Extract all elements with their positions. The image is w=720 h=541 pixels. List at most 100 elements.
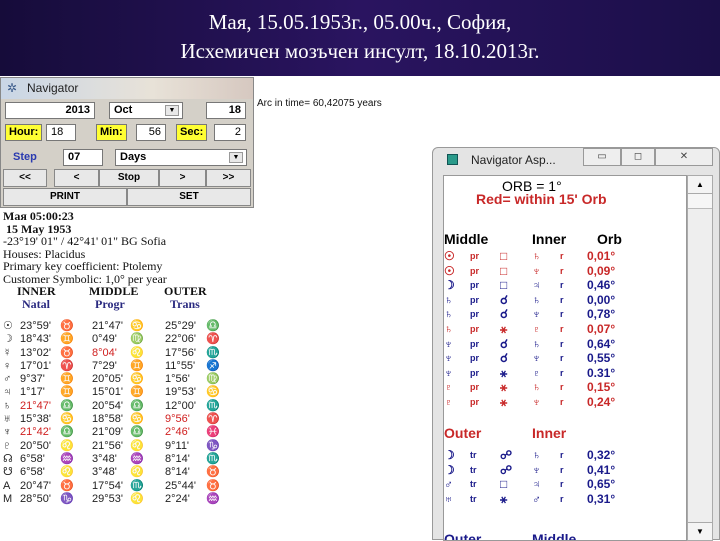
table-row: ☊ 6°58' ♒ 3°48' ♒ 8°14' ♏ [0, 453, 260, 466]
step-input[interactable]: 07 [63, 149, 103, 166]
orb-value: 0,07° [587, 322, 616, 336]
progr-degree: 18°58' [92, 413, 123, 426]
retro-label: r [560, 324, 564, 334]
middle-header: MIDDLE [89, 284, 139, 298]
primary-key: Primary key coefficient: Ptolemy [3, 259, 163, 273]
orb-value: 0,09° [587, 263, 616, 278]
progr-degree: 0°49' [92, 333, 117, 346]
planet-icon: M [3, 492, 13, 505]
progr-degree: 17°54' [92, 479, 123, 492]
planet-icon: ♇ [3, 439, 12, 452]
close-button[interactable]: ✕ [655, 148, 713, 166]
trans-degree: 2°46' [165, 426, 190, 439]
trans-sign-icon: ♋ [206, 386, 220, 399]
aspect-row: ♇ pr ⚹ ♆ r 0,24° [444, 395, 686, 410]
trans-sign-icon: ♏ [206, 399, 220, 412]
hour-input[interactable]: 18 [46, 124, 76, 141]
natal-sign-icon: ♒ [60, 452, 74, 465]
orb-value: 0,41° [587, 462, 616, 477]
trans-sign-icon: ♍ [206, 373, 220, 386]
month-select[interactable]: Oct ▼ [109, 102, 183, 119]
day-input[interactable]: 18 [206, 102, 246, 119]
planet-icon: ♆ [444, 365, 453, 380]
header-line-1: Мая, 15.05.1953г., 05.00ч., София, [208, 10, 512, 34]
navigator-titlebar[interactable]: ✲ Navigator [1, 78, 253, 99]
arc-in-time: Arc in time= 60,42075 years [257, 98, 382, 109]
trans-degree: 2°24' [165, 492, 190, 505]
motion-label: pr [470, 397, 479, 407]
progr-sign-icon: ♎ [130, 426, 144, 439]
retro-label: r [560, 397, 564, 407]
forward-button[interactable]: > [159, 169, 206, 187]
trans-sign-icon: ♒ [206, 492, 220, 505]
minimize-button[interactable]: ▭ [583, 148, 621, 166]
year-input[interactable]: 2013 [5, 102, 95, 119]
trans-sign-icon: ♏ [206, 346, 220, 359]
sec-input[interactable]: 2 [214, 124, 246, 141]
natal-sign-icon: ♌ [60, 466, 74, 479]
chevron-down-icon[interactable]: ▼ [229, 152, 243, 163]
step-unit-value: Days [120, 151, 147, 163]
aspect-icon: ☌ [500, 292, 509, 307]
natal-degree: 21°42' [20, 426, 51, 439]
planet-icon: ☋ [3, 466, 13, 479]
aspect-row: ♆ pr ⚹ ♇ r 0.31° [444, 365, 686, 381]
back-button[interactable]: < [54, 169, 99, 187]
stop-button[interactable]: Stop [99, 169, 159, 187]
scroll-down-button[interactable]: ▼ [688, 522, 712, 540]
aspect-icon: ☌ [500, 351, 509, 366]
print-button[interactable]: PRINT [3, 188, 127, 206]
chevron-down-icon[interactable]: ▼ [165, 105, 179, 116]
col-orb: Orb [597, 231, 622, 247]
inner-planet-icon: ♆ [532, 351, 541, 366]
retro-label: r [560, 309, 564, 320]
slide-header: Мая, 15.05.1953г., 05.00ч., София, Исхем… [0, 0, 720, 76]
planet-icon: ♀ [3, 359, 12, 372]
aspect-icon: ☍ [500, 462, 513, 477]
aspect-row: ☽ pr □ ♃ r 0,46° [444, 278, 686, 293]
orb-value: 0,32° [587, 448, 616, 462]
table-row: ☉ 23°59' ♉ 21°47' ♋ 25°29' ♎ [0, 320, 260, 333]
aspect-icon: ☍ [500, 448, 513, 462]
planet-icon: ☽ [444, 462, 455, 477]
orb-value: 0,65° [587, 477, 616, 492]
set-button[interactable]: SET [127, 188, 251, 206]
min-input[interactable]: 56 [136, 124, 166, 141]
planet-icon: ☉ [444, 249, 455, 263]
col-outer: Outer [444, 425, 482, 441]
planet-icon: ♂ [444, 477, 453, 492]
aspect-row: ♆ pr ☌ ♄ r 0,64° [444, 337, 686, 352]
natal-sign-icon: ♑ [60, 492, 74, 505]
natal-sign-icon: ♉ [60, 346, 74, 359]
retro-label: r [560, 479, 564, 490]
step-unit-select[interactable]: Days ▼ [115, 149, 247, 166]
natal-degree: 28°50' [20, 492, 51, 505]
trans-sign-icon: ♏ [206, 452, 220, 465]
retro-label: r [560, 280, 564, 291]
motion-label: tr [470, 464, 477, 475]
table-row: ♆ 21°42' ♎ 21°09' ♎ 2°46' ♓ [0, 426, 260, 439]
scroll-up-button[interactable]: ▲ [688, 176, 712, 194]
planet-icon: ♆ [3, 426, 12, 439]
aspect-icon: ⚹ [500, 491, 508, 506]
table-row: ☽ 18°43' ♊ 0°49' ♍ 22°06' ♈ [0, 333, 260, 346]
aspect-row: ♄ pr ☌ ♆ r 0,78° [444, 307, 686, 322]
table-row: ☋ 6°58' ♌ 3°48' ♌ 8°14' ♉ [0, 466, 260, 479]
progr-degree: 21°47' [92, 320, 123, 332]
scroll-thumb[interactable] [688, 194, 712, 209]
natal-header: Natal [22, 296, 50, 311]
natal-degree: 1°17' [20, 386, 45, 399]
scrollbar[interactable]: ▲ ▼ [687, 175, 713, 541]
retro-label: r [560, 338, 564, 349]
orb-value: 0.31° [587, 365, 616, 380]
progr-sign-icon: ♏ [130, 479, 144, 492]
aspect-icon: □ [500, 249, 508, 263]
natal-degree: 9°37' [20, 373, 45, 386]
retro-label: r [560, 493, 564, 504]
fast-forward-button[interactable]: >> [206, 169, 251, 187]
trans-sign-icon: ♈ [206, 413, 220, 426]
progr-degree: 15°01' [92, 386, 123, 399]
fast-back-button[interactable]: << [3, 169, 47, 187]
maximize-button[interactable]: ◻ [621, 148, 655, 166]
inner-header: INNER [17, 284, 56, 298]
